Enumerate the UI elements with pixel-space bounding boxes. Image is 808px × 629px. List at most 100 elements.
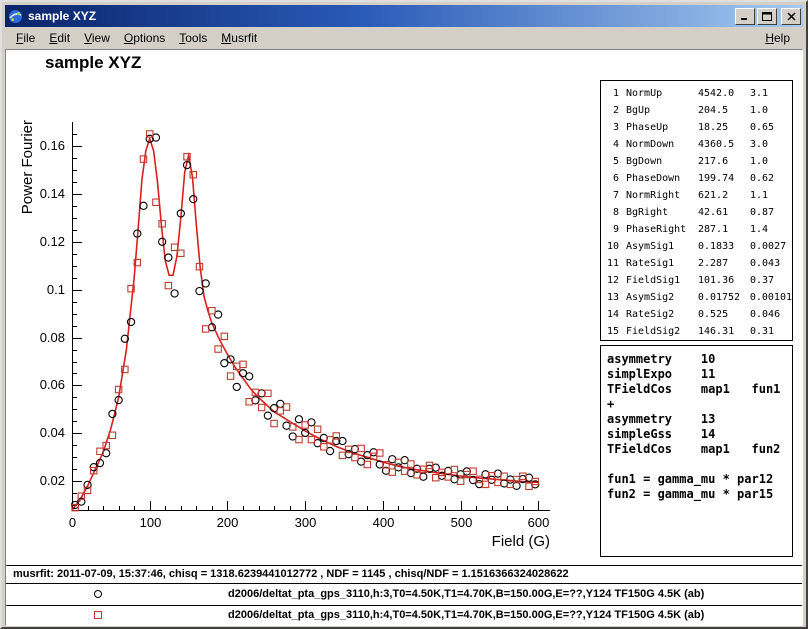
- param-index: 4: [601, 136, 619, 153]
- app-icon: [7, 8, 23, 24]
- param-index: 10: [601, 238, 619, 255]
- param-row: 10 AsymSig10.18330.0027: [601, 238, 792, 255]
- menu-tools[interactable]: Tools: [172, 29, 214, 47]
- titlebar[interactable]: sample XYZ: [5, 5, 803, 27]
- param-error: 1.4: [750, 221, 792, 238]
- param-name: FieldSig1: [626, 272, 698, 289]
- theory-line: TFieldCos map1 fun2: [607, 442, 792, 457]
- param-index: 8: [601, 204, 619, 221]
- fit-stats: musrfit: 2011-07-09, 15:37:46, chisq = 1…: [13, 568, 569, 580]
- maximize-button[interactable]: [757, 8, 777, 25]
- minimize-button[interactable]: [735, 8, 755, 25]
- param-index: 2: [601, 102, 619, 119]
- param-row: 5BgDown217.61.0: [601, 153, 792, 170]
- separator-line: [6, 605, 802, 606]
- param-value: 0.1833: [698, 238, 750, 255]
- param-name: NormRight: [626, 187, 698, 204]
- theory-line: simpleGss 14: [607, 427, 792, 442]
- menubar: File Edit View Options Tools Musrfit Hel…: [5, 27, 803, 49]
- minimize-icon: [740, 12, 750, 21]
- param-row: 2 BgUp204.51.0: [601, 102, 792, 119]
- param-row: 1NormUp4542.03.1: [601, 85, 792, 102]
- separator-line: [6, 583, 802, 584]
- parameters-panel: 1NormUp4542.03.1 2BgUp204.51.0 3PhaseUp1…: [600, 80, 793, 341]
- param-error: 1.0: [750, 102, 792, 119]
- param-name: NormDown: [626, 136, 698, 153]
- theory-line: asymmetry 13: [607, 412, 792, 427]
- param-name: PhaseRight: [626, 221, 698, 238]
- param-row: 11RateSig12.2870.043: [601, 255, 792, 272]
- menu-edit[interactable]: Edit: [42, 29, 77, 47]
- legend-entry-h4: d2006/deltat_pta_gps_3110,h:4,T0=4.50K,T…: [6, 607, 802, 625]
- param-name: NormUp: [626, 85, 698, 102]
- param-name: PhaseDown: [626, 170, 698, 187]
- param-error: 0.87: [750, 204, 792, 221]
- param-error: 0.37: [750, 272, 792, 289]
- param-index: 12: [601, 272, 619, 289]
- param-value: 42.61: [698, 204, 750, 221]
- param-error: 0.043: [750, 255, 792, 272]
- param-value: 4360.5: [698, 136, 750, 153]
- menu-file[interactable]: File: [9, 29, 42, 47]
- param-value: 621.2: [698, 187, 750, 204]
- param-value: 0.525: [698, 306, 750, 323]
- menu-musrfit[interactable]: Musrfit: [214, 29, 264, 47]
- param-index: 7: [601, 187, 619, 204]
- param-name: BgUp: [626, 102, 698, 119]
- param-value: 217.6: [698, 153, 750, 170]
- param-name: AsymSig1: [626, 238, 698, 255]
- param-value: 199.74: [698, 170, 750, 187]
- param-row: 3PhaseUp18.250.65: [601, 119, 792, 136]
- close-button[interactable]: [781, 8, 801, 25]
- close-icon: [787, 12, 796, 21]
- menu-options[interactable]: Options: [117, 29, 172, 47]
- param-row: 13AsymSig20.017520.00101: [601, 289, 792, 306]
- param-row: 15 FieldSig2146.310.31: [601, 323, 792, 340]
- fourier-chart[interactable]: [6, 78, 566, 558]
- app-window: sample XYZ File Edit View Options Tools …: [0, 0, 808, 629]
- param-error: 0.046: [750, 306, 792, 323]
- param-value: 101.36: [698, 272, 750, 289]
- canvas-area: sample XYZ 1NormUp4542.03.1 2BgUp204.51.…: [5, 49, 803, 626]
- param-name: RateSig2: [626, 306, 698, 323]
- param-row: 7 NormRight621.21.1: [601, 187, 792, 204]
- param-name: FieldSig2: [626, 323, 698, 340]
- theory-line: [607, 457, 792, 472]
- plot-heading: sample XYZ: [45, 53, 141, 73]
- menu-help[interactable]: Help: [758, 29, 797, 47]
- legend-text: d2006/deltat_pta_gps_3110,h:3,T0=4.50K,T…: [228, 588, 704, 600]
- theory-line: TFieldCos map1 fun1: [607, 382, 792, 397]
- param-error: 0.31: [750, 323, 792, 340]
- param-index: 6: [601, 170, 619, 187]
- menu-view[interactable]: View: [77, 29, 117, 47]
- param-error: 0.65: [750, 119, 792, 136]
- param-error: 3.0: [750, 136, 792, 153]
- circle-marker-icon: [94, 590, 102, 598]
- param-index: 15: [601, 323, 619, 340]
- legend-text: d2006/deltat_pta_gps_3110,h:4,T0=4.50K,T…: [228, 609, 704, 621]
- param-error: 1.1: [750, 187, 792, 204]
- param-index: 13: [601, 289, 619, 306]
- param-name: PhaseUp: [626, 119, 698, 136]
- theory-line: asymmetry 10: [607, 352, 792, 367]
- param-name: BgDown: [626, 153, 698, 170]
- param-row: 4 NormDown4360.53.0: [601, 136, 792, 153]
- param-index: 1: [601, 85, 619, 102]
- maximize-icon: [762, 12, 772, 21]
- theory-line: fun1 = gamma_mu * par12: [607, 472, 792, 487]
- param-index: 3: [601, 119, 619, 136]
- param-value: 146.31: [698, 323, 750, 340]
- legend-entry-h3: d2006/deltat_pta_gps_3110,h:3,T0=4.50K,T…: [6, 586, 802, 604]
- theory-line: simplExpo 11: [607, 367, 792, 382]
- param-error: 0.0027: [750, 238, 792, 255]
- window-title: sample XYZ: [28, 9, 733, 23]
- theory-line: +: [607, 397, 792, 412]
- param-name: RateSig1: [626, 255, 698, 272]
- theory-panel: asymmetry 10 simplExpo 11 TFieldCos map1…: [600, 345, 793, 557]
- param-index: 11: [601, 255, 619, 272]
- param-value: 4542.0: [698, 85, 750, 102]
- param-index: 9: [601, 221, 619, 238]
- param-value: 204.5: [698, 102, 750, 119]
- param-index: 5: [601, 153, 619, 170]
- param-error: 0.00101: [750, 289, 792, 306]
